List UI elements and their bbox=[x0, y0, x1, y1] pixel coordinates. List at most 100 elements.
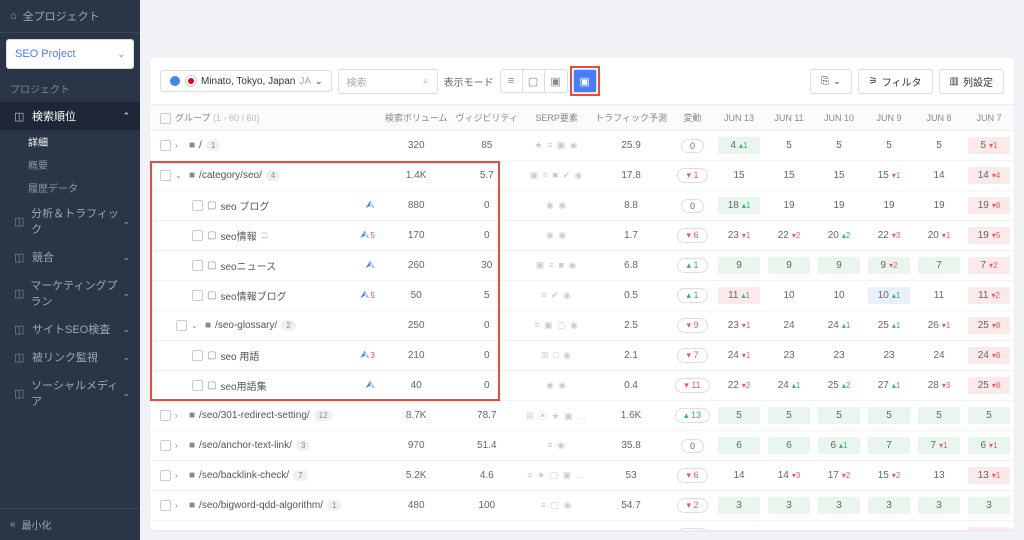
link-icon[interactable]: ⮙ bbox=[365, 379, 374, 391]
rank-cell: 25 ▴2 bbox=[818, 377, 860, 394]
rank-cell: 6 bbox=[718, 437, 760, 454]
change-pill: ▴ 1 bbox=[677, 288, 707, 303]
rank-cell: 23 ▾1 bbox=[718, 317, 760, 334]
link-icon[interactable]: ⮙ bbox=[360, 349, 369, 361]
group-path[interactable]: seo用語集 bbox=[220, 378, 266, 393]
link-icon[interactable]: ⮙ bbox=[360, 229, 369, 241]
expand-icon[interactable]: › bbox=[175, 501, 185, 510]
table-scroll[interactable]: グループ (1 - 60 / 60) 検索ボリューム ヴィジビリティ SERP要… bbox=[150, 105, 1014, 530]
col-d5[interactable]: JUN 8 bbox=[914, 105, 964, 131]
sidebar-item[interactable]: ◫検索順位⌃ bbox=[0, 102, 140, 130]
checkbox[interactable] bbox=[192, 200, 203, 211]
group-path[interactable]: / bbox=[199, 140, 202, 151]
col-d1[interactable]: JUN 13 bbox=[714, 105, 764, 131]
checkbox[interactable] bbox=[160, 500, 171, 511]
rank-cell: 10 ▴1 bbox=[868, 287, 910, 304]
search-input[interactable]: 検索 ⌕ bbox=[338, 69, 438, 94]
group-path[interactable]: /seo/bigword-qdd-algorithm/ bbox=[199, 500, 323, 511]
view-folder-button[interactable]: ▢ bbox=[523, 70, 545, 92]
rank-cell: 20 ▾1 bbox=[918, 227, 960, 244]
group-path[interactable]: seo情報 bbox=[220, 228, 256, 243]
group-path[interactable]: /seo-glossary/ bbox=[215, 320, 277, 331]
group-path[interactable]: /category/seo/ bbox=[199, 170, 262, 181]
google-icon bbox=[169, 75, 181, 87]
group-path[interactable]: /seo/backlink-check/ bbox=[199, 470, 289, 481]
rank-cell: 24 bbox=[768, 317, 810, 334]
view-tree-button[interactable]: ▣ bbox=[574, 70, 596, 92]
highlight-box: ▣ bbox=[570, 66, 600, 96]
sidebar-item[interactable]: ◫マーケティングプラン⌄ bbox=[0, 271, 140, 315]
expand-icon[interactable]: › bbox=[175, 141, 185, 150]
link-icon[interactable]: ⮙ bbox=[365, 259, 374, 271]
col-group[interactable]: グループ (1 - 60 / 60) bbox=[150, 105, 354, 131]
sidebar-subitem[interactable]: 詳細 bbox=[0, 130, 140, 153]
col-d3[interactable]: JUN 10 bbox=[814, 105, 864, 131]
folder-icon: ■ bbox=[189, 470, 195, 481]
col-serp[interactable]: SERP要素 bbox=[522, 105, 591, 131]
rank-cell: 4 ▴1 bbox=[718, 137, 760, 154]
serp-icons: ≡ ✔ ◉ bbox=[541, 290, 572, 300]
copy-icon: ⎘ bbox=[821, 76, 829, 87]
view-grid-button[interactable]: ▣ bbox=[545, 70, 567, 92]
rank-cell: 14 bbox=[918, 167, 960, 184]
checkbox[interactable] bbox=[192, 380, 203, 391]
checkbox[interactable] bbox=[160, 470, 171, 481]
checkbox[interactable] bbox=[192, 290, 203, 301]
checkbox[interactable] bbox=[192, 230, 203, 241]
sidebar-item[interactable]: ◫競合⌄ bbox=[0, 243, 140, 271]
group-path[interactable]: seo情報ブログ bbox=[220, 288, 286, 303]
checkbox[interactable] bbox=[192, 350, 203, 361]
serp-icons: ≡ ◉ bbox=[547, 440, 566, 450]
checkbox[interactable] bbox=[160, 140, 171, 151]
view-list-button[interactable]: ≡ bbox=[501, 70, 523, 92]
rank-cell: 5 bbox=[868, 137, 910, 154]
sidebar-item[interactable]: ◫サイトSEO検査⌄ bbox=[0, 315, 140, 343]
expand-icon[interactable]: ⌄ bbox=[191, 321, 201, 330]
expand-icon[interactable]: › bbox=[175, 441, 185, 450]
checkbox-all[interactable] bbox=[160, 113, 171, 124]
expand-icon[interactable]: › bbox=[175, 471, 185, 480]
traffic-cell: 6.8 bbox=[591, 251, 671, 281]
col-d4[interactable]: JUN 9 bbox=[864, 105, 914, 131]
col-change[interactable]: 変動 bbox=[671, 105, 714, 131]
link-icon[interactable]: ⮙ bbox=[360, 289, 369, 301]
location-selector[interactable]: Minato, Tokyo, Japan JA ⌄ bbox=[160, 70, 332, 92]
checkbox[interactable] bbox=[160, 170, 171, 181]
filter-button[interactable]: ⚞フィルタ bbox=[858, 69, 933, 94]
project-selector[interactable]: SEO Project ⌄ bbox=[6, 39, 134, 69]
sidebar-subitem[interactable]: 概要 bbox=[0, 153, 140, 176]
group-path[interactable]: /seo/anchor-text-link/ bbox=[199, 440, 292, 451]
sidebar-top[interactable]: ⌂ 全プロジェクト bbox=[0, 0, 140, 33]
group-path[interactable]: seo ブログ bbox=[220, 198, 269, 213]
search-placeholder: 検索 bbox=[347, 74, 367, 89]
checkbox[interactable] bbox=[176, 320, 187, 331]
col-d6[interactable]: JUN 7 bbox=[964, 105, 1014, 131]
checkbox[interactable] bbox=[192, 260, 203, 271]
traffic-cell: 35.8 bbox=[591, 431, 671, 461]
serp-icons: ⊞ ⦿ ★ ▣ … bbox=[526, 411, 587, 421]
columns-button[interactable]: ▥列設定 bbox=[939, 69, 1004, 94]
sidebar-item[interactable]: ◫ソーシャルメディア⌄ bbox=[0, 371, 140, 415]
copy-button[interactable]: ⎘⌄ bbox=[810, 69, 852, 94]
expand-icon[interactable]: › bbox=[175, 411, 185, 420]
expand-icon[interactable]: ⌄ bbox=[175, 171, 185, 180]
rank-cell: 14 ▾4 bbox=[968, 167, 1010, 184]
col-volume[interactable]: 検索ボリューム bbox=[381, 105, 452, 131]
link-icon[interactable]: ⮙ bbox=[365, 199, 374, 211]
sidebar-item[interactable]: ◫被リンク監視⌄ bbox=[0, 343, 140, 371]
rank-cell: 3 bbox=[868, 497, 910, 514]
group-path[interactable]: seo 用語 bbox=[220, 348, 259, 363]
col-d2[interactable]: JUN 11 bbox=[764, 105, 814, 131]
volume-cell: 1.4K bbox=[381, 161, 452, 191]
checkbox[interactable] bbox=[160, 410, 171, 421]
col-traffic[interactable]: トラフィック予測 bbox=[591, 105, 671, 131]
sidebar-subitem[interactable]: 履歴データ bbox=[0, 176, 140, 199]
sidebar-minimize[interactable]: « 最小化 bbox=[0, 508, 140, 540]
col-visibility[interactable]: ヴィジビリティ bbox=[452, 105, 522, 131]
sidebar-item[interactable]: ◫分析＆トラフィック⌄ bbox=[0, 199, 140, 243]
group-path[interactable]: /seo/301-redirect-setting/ bbox=[199, 410, 310, 421]
checkbox[interactable] bbox=[160, 440, 171, 451]
group-path[interactable]: seoニュース bbox=[220, 258, 276, 273]
folder-icon: ■ bbox=[189, 500, 195, 511]
serp-icons: ⊞ □ ◉ bbox=[541, 350, 572, 360]
